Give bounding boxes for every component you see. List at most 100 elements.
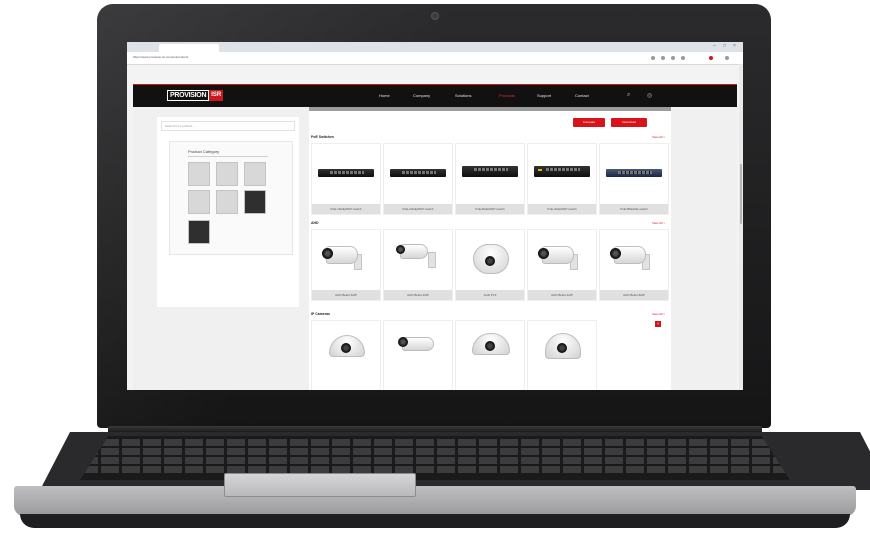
switch-image — [606, 169, 662, 177]
product-card[interactable] — [311, 320, 381, 390]
product-name: PoE-24GE2SFP switch — [384, 204, 452, 214]
product-card[interactable]: PoE-24GE2SFP switch — [383, 143, 453, 215]
page-scrollbar[interactable] — [739, 64, 743, 390]
section-title-ip: IP Cameras — [311, 312, 331, 316]
switch-image — [318, 169, 374, 177]
globe-icon[interactable]: ◎ — [647, 92, 652, 99]
search-icon[interactable]: ⌕ — [627, 92, 630, 99]
category-tile-ip[interactable] — [216, 162, 238, 186]
switch-image — [390, 169, 446, 177]
product-name: PoE-4GE2SFP switch — [528, 204, 596, 214]
switch-image — [462, 166, 518, 177]
switch-image — [534, 166, 590, 177]
profile-icon[interactable] — [709, 56, 713, 60]
product-card[interactable]: PoE-8FE2GE switch — [599, 143, 669, 215]
product-name: AHD Bullet 5MP — [312, 290, 380, 300]
category-tile-ptz[interactable] — [188, 190, 210, 214]
section-title-ahd: AHD — [311, 221, 319, 225]
divider — [188, 156, 268, 157]
palmrest — [14, 486, 856, 516]
category-tile-recorders[interactable] — [244, 162, 266, 186]
product-card[interactable]: AHD Bullet 8MP — [599, 229, 669, 301]
view-all-link[interactable]: View All > — [652, 221, 665, 225]
kebab-menu-icon[interactable] — [725, 56, 729, 60]
view-all-link[interactable]: View All > — [652, 135, 665, 139]
product-card[interactable]: PoE-8GE2SFP switch — [455, 143, 525, 215]
category-tile-thermal[interactable] — [216, 190, 238, 214]
scroll-thumb[interactable] — [740, 164, 742, 224]
product-card[interactable] — [455, 320, 525, 390]
section-title-switches: PoE Switches — [311, 135, 334, 139]
camera-lens — [610, 248, 621, 259]
camera-lens — [341, 343, 351, 353]
key-row — [80, 448, 790, 455]
bookmark-icon[interactable] — [651, 56, 655, 60]
browser-tab-strip: – □ × — [127, 42, 743, 52]
product-name: AHD Bullet 2MP — [384, 290, 452, 300]
key-row — [80, 466, 790, 473]
key-row — [80, 457, 790, 464]
nav-item-solutions[interactable]: Solutions — [455, 93, 471, 98]
product-name: AHD Bullet 8MP — [600, 290, 668, 300]
address-bar[interactable]: https://www.provision-isr.com/en/product… — [127, 52, 743, 65]
touchpad[interactable] — [224, 473, 416, 497]
camera-lens — [538, 248, 549, 259]
category-panel: Product Category — [169, 141, 293, 255]
category-title: Product Category — [188, 149, 220, 154]
logo-wordmark: PROVISION — [167, 90, 210, 101]
product-name: PoE-16GE2SFP switch — [312, 204, 380, 214]
product-name: AHD PTZ — [456, 290, 524, 300]
site-navbar: PROVISION ISR Home Company Solutions Pro… — [133, 84, 737, 107]
camera-mount — [428, 252, 436, 268]
nav-item-products[interactable]: Products — [499, 93, 515, 98]
webcam — [431, 12, 439, 20]
listing-top-bar — [309, 107, 671, 111]
camera-lens — [485, 341, 495, 351]
extension-icon[interactable] — [681, 56, 685, 60]
sidebar: Search for a product... Product Category — [157, 117, 299, 307]
nav-item-company[interactable]: Company — [413, 93, 430, 98]
compare-button[interactable]: Compare — [573, 118, 605, 127]
camera-lens — [398, 337, 408, 347]
add-badge[interactable]: + — [655, 321, 661, 327]
extension-icon[interactable] — [661, 56, 665, 60]
close-icon[interactable]: × — [733, 44, 738, 49]
product-card[interactable]: AHD Bullet 2MP — [383, 229, 453, 301]
extension-icon[interactable] — [671, 56, 675, 60]
camera-lens — [557, 343, 567, 353]
category-tile-storage[interactable] — [188, 220, 210, 244]
category-tile-analog[interactable] — [188, 162, 210, 186]
product-card[interactable]: AHD PTZ — [455, 229, 525, 301]
url-text[interactable]: https://www.provision-isr.com/en/product… — [133, 55, 188, 59]
category-tile-switches[interactable] — [244, 190, 266, 214]
nav-item-home[interactable]: Home — [379, 93, 390, 98]
nav-item-support[interactable]: Support — [537, 93, 551, 98]
site-logo[interactable]: PROVISION ISR — [167, 90, 224, 101]
product-card[interactable]: PoE-16GE2SFP switch — [311, 143, 381, 215]
view-all-link[interactable]: View All > — [652, 312, 665, 316]
maximize-icon[interactable]: □ — [723, 44, 728, 49]
product-card[interactable]: AHD Bullet 5MP — [311, 229, 381, 301]
product-name: AHD Bullet 4MP — [528, 290, 596, 300]
logo-suffix: ISR — [209, 90, 224, 101]
laptop-bottom-edge — [20, 514, 850, 528]
product-name: PoE-8GE2SFP switch — [456, 204, 524, 214]
product-card[interactable]: AHD Bullet 4MP — [527, 229, 597, 301]
nav-item-contact[interactable]: Contact — [575, 93, 589, 98]
camera-lens — [322, 248, 333, 259]
download-button[interactable]: Download — [611, 118, 647, 127]
product-card[interactable]: PoE-4GE2SFP switch — [527, 143, 597, 215]
product-card[interactable] — [383, 320, 453, 390]
browser-tab[interactable] — [159, 44, 219, 52]
product-search-input[interactable]: Search for a product... — [161, 121, 295, 131]
camera-lens — [396, 245, 405, 254]
page-content: Search for a product... Product Category… — [133, 107, 737, 390]
keyboard — [80, 436, 790, 480]
minimize-icon[interactable]: – — [713, 44, 718, 49]
camera-lens — [485, 256, 495, 266]
product-card[interactable] — [527, 320, 597, 390]
key-row — [80, 439, 790, 446]
product-name: PoE-8FE2GE switch — [600, 204, 668, 214]
laptop-screen: – □ × https://www.provision-isr.com/en/p… — [127, 42, 743, 390]
product-listing: Compare Download PoE Switches View All >… — [309, 107, 671, 390]
